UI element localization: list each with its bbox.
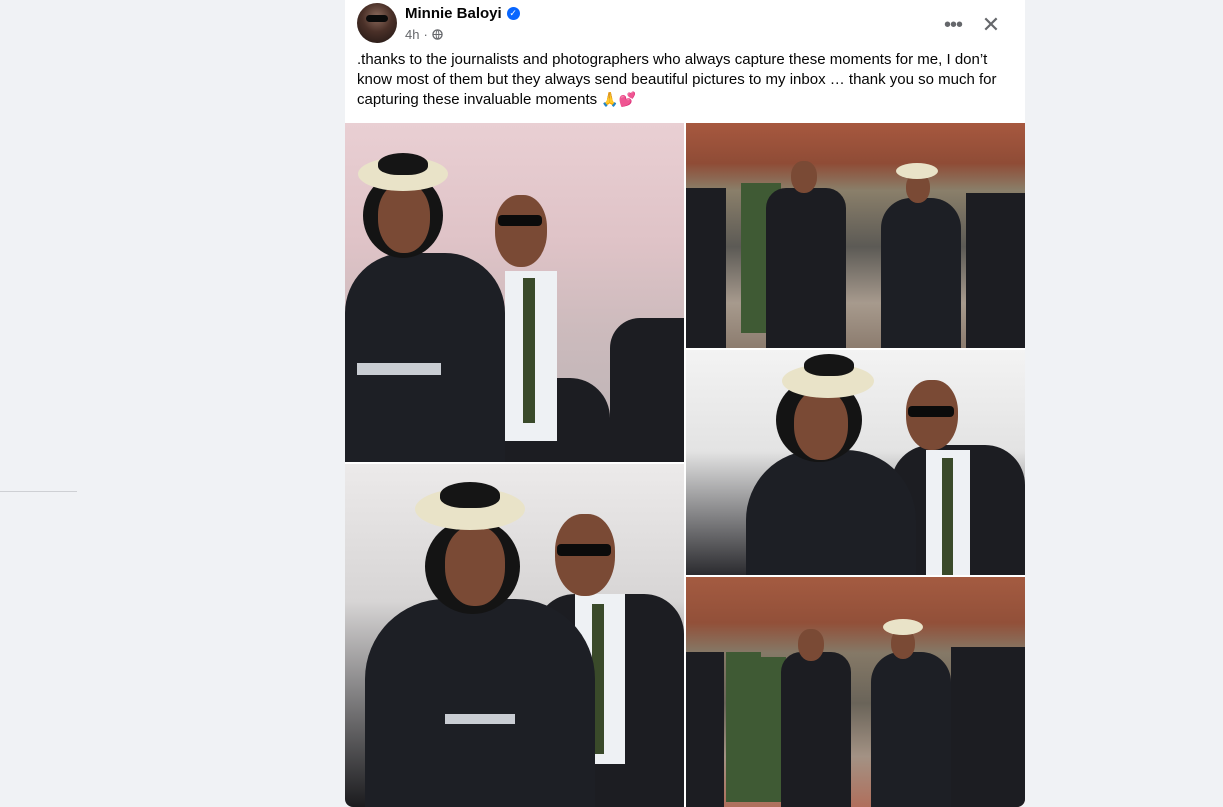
photo-figure	[357, 363, 441, 375]
photo-figure	[766, 188, 846, 348]
post-photo-5[interactable]	[686, 577, 1025, 807]
photo-figure	[951, 647, 1025, 807]
photo-figure	[345, 253, 505, 462]
photo-figure	[883, 619, 923, 635]
photo-figure	[495, 195, 547, 267]
photo-figure	[557, 544, 611, 556]
photo-figure	[881, 198, 961, 348]
photo-figure	[378, 183, 430, 253]
post-photo-1[interactable]	[345, 123, 684, 462]
photo-figure	[781, 652, 851, 807]
post-photo-2[interactable]	[686, 123, 1025, 348]
photo-figure	[523, 278, 535, 423]
photo-figure	[966, 193, 1025, 348]
post-text-emoji: 🙏💕	[601, 92, 637, 108]
photo-figure	[378, 153, 428, 175]
meta-separator: ·	[423, 27, 428, 42]
avatar[interactable]	[357, 3, 397, 43]
photo-figure	[610, 318, 684, 462]
post-photo-4[interactable]	[345, 464, 684, 807]
post-meta: 4h ·	[405, 27, 443, 42]
post-timestamp[interactable]: 4h	[405, 27, 419, 42]
photo-figure	[794, 390, 848, 460]
photo-figure	[686, 188, 726, 348]
photo-figure	[804, 354, 854, 376]
photo-figure	[871, 652, 951, 807]
photo-figure	[498, 215, 542, 226]
close-icon[interactable]: ✕	[975, 9, 1007, 41]
post-header: Minnie Baloyi ✓ 4h · ••• ✕	[357, 3, 1013, 45]
author-name[interactable]: Minnie Baloyi	[405, 5, 502, 22]
verified-badge-icon: ✓	[506, 7, 520, 20]
photo-figure	[798, 629, 824, 661]
photo-figure	[791, 161, 817, 193]
photo-figure	[365, 599, 595, 807]
post-card: Minnie Baloyi ✓ 4h · ••• ✕ .thanks to th…	[345, 0, 1025, 807]
post-text-body: .thanks to the journalists and photograp…	[357, 51, 997, 108]
photo-figure	[440, 482, 500, 508]
post-text: .thanks to the journalists and photograp…	[357, 50, 1009, 110]
post-photo-3[interactable]	[686, 350, 1025, 575]
photo-figure	[746, 450, 916, 575]
photo-figure	[686, 652, 724, 807]
left-column-divider	[0, 491, 77, 492]
photo-figure	[445, 526, 505, 606]
photo-figure	[896, 163, 938, 179]
photo-figure	[445, 714, 515, 724]
more-icon[interactable]: •••	[939, 11, 967, 39]
photo-figure	[908, 406, 954, 417]
globe-icon[interactable]	[432, 29, 443, 40]
photo-figure	[942, 458, 953, 575]
author-line: Minnie Baloyi ✓	[405, 5, 520, 22]
